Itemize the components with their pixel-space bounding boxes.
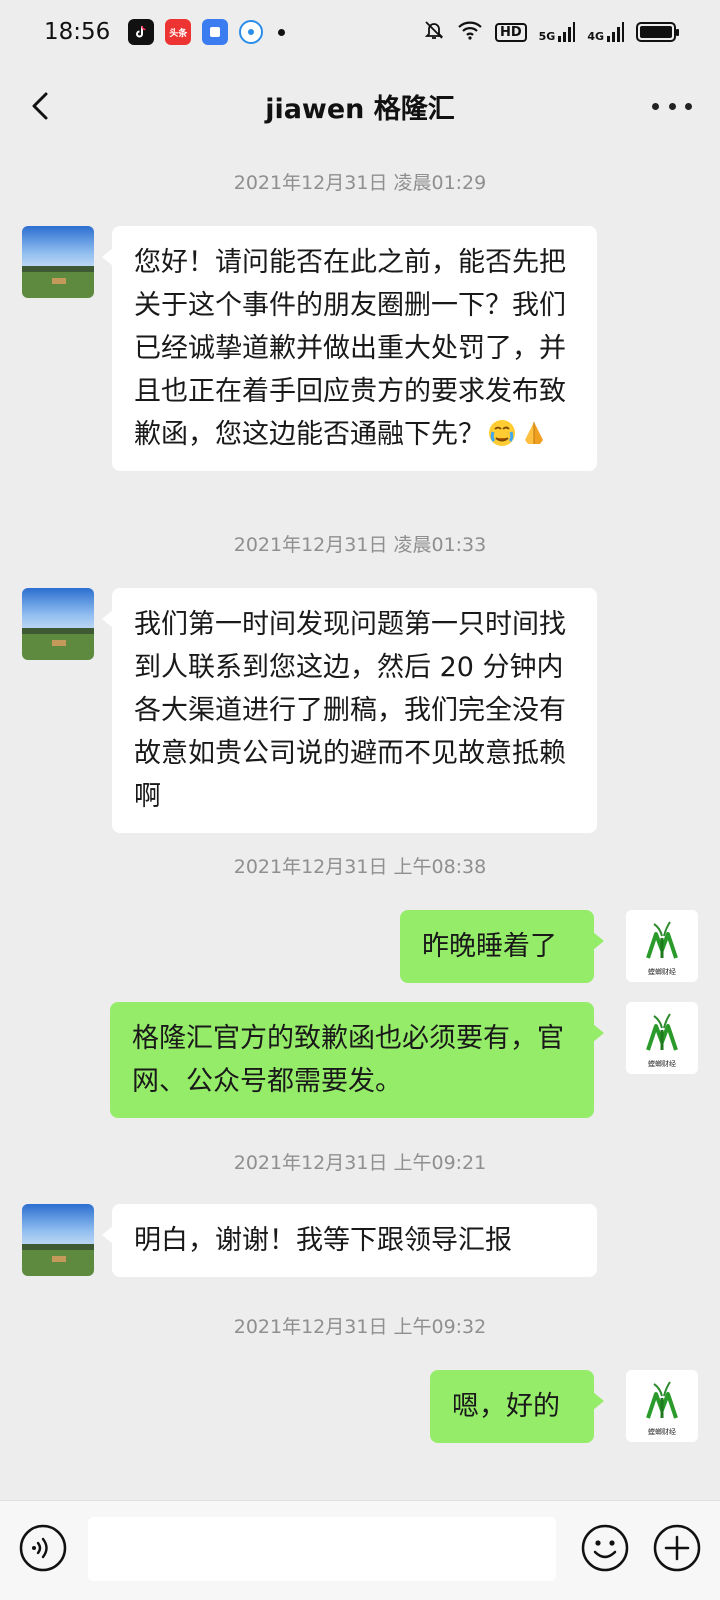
chat-input-bar <box>0 1500 720 1600</box>
folded-hands-emoji <box>519 418 549 448</box>
voice-button[interactable] <box>18 1523 68 1573</box>
landscape-avatar-icon <box>22 1204 94 1276</box>
tiktok-icon <box>128 19 155 45</box>
message-text: 格隆汇官方的致歉函也必须要有，官网、公众号都需要发。 <box>132 1023 564 1097</box>
own-avatar[interactable]: 螳螂财经 <box>626 910 698 982</box>
more-icon-dot <box>685 102 692 110</box>
mantis-logo-icon: 螳螂财经 <box>626 1370 698 1442</box>
status-indicators: HD 5G 4G <box>423 19 679 45</box>
landscape-avatar-icon <box>22 588 94 660</box>
toutiao-icon: 头条 <box>165 19 192 45</box>
status-app-icons: 头条 <box>128 19 286 45</box>
hd-icon: HD <box>494 22 527 42</box>
status-time: 18:56 <box>44 19 111 45</box>
status-bar: 18:56 头条 HD 5G 4G <box>0 0 720 64</box>
own-avatar[interactable]: 螳螂财经 <box>626 1370 698 1442</box>
message-timestamp: 2021年12月31日 上午08:38 <box>233 856 487 878</box>
chat-header: jiawen 格隆汇 <box>0 64 720 148</box>
4g-label: 4G <box>587 30 604 43</box>
message-text: 我们第一时间发现问题第一只时间找到人联系到您这边，然后 20 分钟内各大渠道进行… <box>134 609 566 812</box>
message-timestamp: 2021年12月31日 凌晨01:29 <box>233 172 487 194</box>
plus-icon <box>653 1524 701 1572</box>
4g-signal-icon: 4G <box>587 22 624 42</box>
message-timestamp: 2021年12月31日 上午09:32 <box>233 1316 487 1338</box>
message-text: 嗯，好的 <box>452 1391 560 1422</box>
incoming-message-bubble[interactable]: 我们第一时间发现问题第一只时间找到人联系到您这边，然后 20 分钟内各大渠道进行… <box>102 588 597 833</box>
contact-avatar[interactable] <box>22 226 94 298</box>
outgoing-message-bubble[interactable]: 昨晚睡着了 <box>400 910 604 983</box>
more-icon-dot <box>668 102 676 110</box>
message-text: 昨晚睡着了 <box>422 931 557 962</box>
more-button[interactable] <box>652 94 692 118</box>
chat-title: jiawen 格隆汇 <box>265 93 455 125</box>
mantis-logo-icon: 螳螂财经 <box>626 910 698 982</box>
notification-dot <box>278 28 286 36</box>
landscape-avatar-icon <box>22 226 94 298</box>
message-input[interactable] <box>88 1517 556 1581</box>
blue-circle-icon <box>239 20 264 44</box>
message-timestamp: 2021年12月31日 凌晨01:33 <box>233 534 487 556</box>
outgoing-message-bubble[interactable]: 嗯，好的 <box>430 1370 604 1443</box>
logo-text: 螳螂财经 <box>648 967 676 976</box>
smiley-icon <box>581 1524 629 1572</box>
contact-avatar[interactable] <box>22 588 94 660</box>
more-options-button[interactable] <box>652 1523 702 1573</box>
outgoing-message-bubble[interactable]: 格隆汇官方的致歉函也必须要有，官网、公众号都需要发。 <box>110 1002 604 1118</box>
5g-signal-icon: 5G <box>539 22 576 42</box>
voice-icon <box>19 1524 67 1572</box>
crying-face-emoji <box>487 418 517 448</box>
incoming-message-bubble[interactable]: 明白，谢谢！我等下跟领导汇报 <box>102 1204 597 1277</box>
mantis-logo-icon: 螳螂财经 <box>626 1002 698 1074</box>
emoji-button[interactable] <box>580 1523 630 1573</box>
logo-text: 螳螂财经 <box>648 1059 676 1068</box>
back-button[interactable] <box>22 86 62 126</box>
contact-avatar[interactable] <box>22 1204 94 1276</box>
wifi-icon <box>457 20 483 44</box>
5g-label: 5G <box>538 30 556 43</box>
logo-text: 螳螂财经 <box>648 1427 676 1436</box>
battery-icon <box>636 22 679 42</box>
incoming-message-bubble[interactable]: 您好！请问能否在此之前，能否先把关于这个事件的朋友圈删一下？我们已经诚挚道歉并做… <box>102 226 597 471</box>
message-text: 明白，谢谢！我等下跟领导汇报 <box>134 1225 512 1256</box>
more-icon <box>652 102 659 110</box>
own-avatar[interactable]: 螳螂财经 <box>626 1002 698 1074</box>
blue-square-icon <box>202 19 229 45</box>
chevron-left-icon <box>32 92 48 120</box>
mute-icon <box>423 19 445 45</box>
message-timestamp: 2021年12月31日 上午09:21 <box>233 1152 487 1174</box>
